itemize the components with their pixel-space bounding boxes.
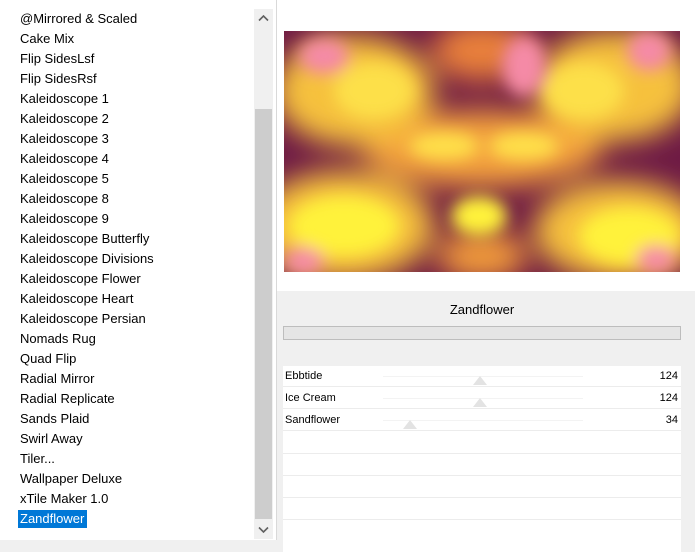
filter-list-item-label: Quad Flip	[20, 351, 77, 366]
filter-list-item-label: @Mirrored & Scaled	[20, 11, 138, 26]
filter-list-item-label: Nomads Rug	[20, 331, 96, 346]
param-row[interactable]: Ebbtide 124	[283, 366, 681, 387]
filter-list-item[interactable]: Swirl Away	[0, 429, 254, 449]
filter-list-item[interactable]: Nomads Rug	[0, 329, 254, 349]
grid-line	[283, 453, 681, 454]
scrollbar-thumb[interactable]	[255, 109, 272, 519]
filter-list-item-label: Kaleidoscope 2	[20, 111, 109, 126]
filter-list-item[interactable]: Kaleidoscope Flower	[0, 269, 254, 289]
filter-list-item-label: Swirl Away	[20, 431, 83, 446]
filter-name-field	[283, 326, 681, 340]
filter-list-item[interactable]: Kaleidoscope Butterfly	[0, 229, 254, 249]
filter-settings-panel: Zandflower Ebbtide 124 Ice Cream 124 Sandflo…	[283, 296, 681, 552]
filter-list-item[interactable]: Quad Flip	[0, 349, 254, 369]
scroll-up-button[interactable]	[254, 9, 273, 27]
param-label: Ebbtide	[285, 370, 323, 382]
filter-list-item[interactable]: Kaleidoscope Divisions	[0, 249, 254, 269]
filter-list-item[interactable]: @Mirrored & Scaled	[0, 9, 254, 29]
param-label: Ice Cream	[285, 392, 336, 404]
filter-list[interactable]: @Mirrored & Scaled Cake Mix Flip SidesLsf F…	[0, 9, 254, 529]
settings-header: Zandflower	[283, 296, 681, 366]
filter-list-item[interactable]: Zandflower	[0, 509, 254, 529]
filter-list-item[interactable]: Kaleidoscope 3	[0, 129, 254, 149]
chevron-up-icon	[258, 14, 269, 22]
param-slider-thumb[interactable]	[473, 398, 488, 407]
filter-list-item[interactable]: Tiler...	[0, 449, 254, 469]
filter-list-item[interactable]: Kaleidoscope Persian	[0, 309, 254, 329]
filter-list-item-label: Flip SidesRsf	[20, 71, 97, 86]
filter-list-item-label: Kaleidoscope 8	[20, 191, 109, 206]
filter-list-item[interactable]: Kaleidoscope 8	[0, 189, 254, 209]
filter-list-item-label: Zandflower	[18, 510, 88, 528]
filter-list-panel: @Mirrored & Scaled Cake Mix Flip SidesLsf F…	[0, 0, 277, 540]
filter-list-item-label: Kaleidoscope Butterfly	[20, 231, 150, 246]
right-edge-strip	[681, 291, 695, 552]
param-slider-thumb[interactable]	[473, 376, 488, 385]
param-row[interactable]: Ice Cream 124	[283, 388, 681, 409]
param-label: Sandflower	[285, 414, 341, 426]
filter-preview-image	[284, 31, 680, 272]
filter-list-item-label: Sands Plaid	[20, 411, 90, 426]
filter-list-item[interactable]: Radial Replicate	[0, 389, 254, 409]
param-row[interactable]: Sandflower 34	[283, 410, 681, 431]
filter-list-item[interactable]: Flip SidesLsf	[0, 49, 254, 69]
param-value: 124	[659, 392, 678, 404]
grid-line	[283, 519, 681, 520]
filter-list-item-label: Flip SidesLsf	[20, 51, 95, 66]
filter-list-item[interactable]: Sands Plaid	[0, 409, 254, 429]
filter-list-item-label: Kaleidoscope 5	[20, 171, 109, 186]
filter-list-item[interactable]: Radial Mirror	[0, 369, 254, 389]
filter-list-item[interactable]: Cake Mix	[0, 29, 254, 49]
filter-list-item-label: Kaleidoscope Heart	[20, 291, 134, 306]
filter-list-item-label: Radial Mirror	[20, 371, 95, 386]
scroll-down-button[interactable]	[254, 521, 273, 539]
filter-list-item-label: Kaleidoscope 4	[20, 151, 109, 166]
grid-line	[283, 475, 681, 476]
filter-list-item[interactable]: Kaleidoscope 4	[0, 149, 254, 169]
grid-line	[283, 497, 681, 498]
filter-list-item[interactable]: Kaleidoscope 5	[0, 169, 254, 189]
param-slider-thumb[interactable]	[402, 420, 417, 429]
chevron-down-icon	[258, 526, 269, 534]
filter-list-item-label: Tiler...	[20, 451, 55, 466]
filter-list-item[interactable]: xTile Maker 1.0	[0, 489, 254, 509]
filter-list-item[interactable]: Kaleidoscope 2	[0, 109, 254, 129]
filter-list-item[interactable]: Flip SidesRsf	[0, 69, 254, 89]
filter-list-item[interactable]: Kaleidoscope Heart	[0, 289, 254, 309]
filter-list-item-label: Cake Mix	[20, 31, 75, 46]
filter-list-item-label: Kaleidoscope Divisions	[20, 251, 154, 266]
preview-pattern	[284, 31, 680, 272]
filter-list-item[interactable]: Kaleidoscope 1	[0, 89, 254, 109]
filter-list-item-label: Kaleidoscope 1	[20, 91, 109, 106]
filter-list-item[interactable]: Kaleidoscope 9	[0, 209, 254, 229]
filter-list-item-label: Kaleidoscope Persian	[20, 311, 146, 326]
filter-list-item-label: xTile Maker 1.0	[20, 491, 109, 506]
filter-list-item-label: Kaleidoscope Flower	[20, 271, 141, 286]
filter-list-item-label: Radial Replicate	[20, 391, 115, 406]
param-value: 34	[665, 414, 678, 426]
param-value: 124	[659, 370, 678, 382]
filter-list-item-label: Kaleidoscope 3	[20, 131, 109, 146]
filter-list-item-label: Kaleidoscope 9	[20, 211, 109, 226]
filter-list-item-label: Wallpaper Deluxe	[20, 471, 123, 486]
filter-list-scrollbar[interactable]	[254, 9, 273, 539]
list-bottom-strip	[0, 540, 276, 552]
filter-name-title: Zandflower	[449, 302, 515, 317]
filter-list-item[interactable]: Wallpaper Deluxe	[0, 469, 254, 489]
